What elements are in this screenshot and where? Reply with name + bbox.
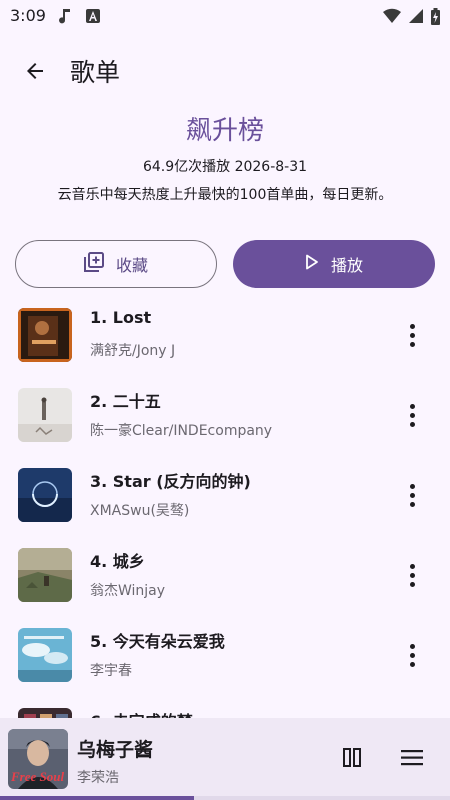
- svg-text:Free Soul: Free Soul: [10, 769, 64, 784]
- now-playing-cover: Free Soul: [8, 729, 68, 789]
- song-title: 4. 城乡: [90, 552, 145, 571]
- wifi-icon: [383, 8, 401, 28]
- status-time: 3:09: [10, 6, 46, 25]
- song-title: 1. Lost: [90, 308, 152, 327]
- add-to-library-icon: [83, 252, 116, 276]
- queue-button[interactable]: [398, 744, 426, 772]
- song-row[interactable]: 1. Lost 满舒克/Jony J: [0, 298, 450, 378]
- album-cover: [18, 308, 72, 362]
- play-all-button[interactable]: 播放: [233, 240, 435, 288]
- more-vert-icon[interactable]: [398, 318, 426, 352]
- song-row[interactable]: 6. 未完成的梦: [0, 698, 450, 718]
- song-title: 2. 二十五: [90, 392, 161, 411]
- song-title: 3. Star (反方向的钟): [90, 472, 251, 491]
- album-cover: [18, 628, 72, 682]
- song-artist: 翁杰Winjay: [90, 583, 166, 599]
- play-label: 播放: [330, 256, 363, 275]
- song-row[interactable]: 3. Star (反方向的钟) XMASwu(吴骜): [0, 458, 450, 538]
- album-cover: [18, 548, 72, 602]
- song-list: 1. Lost 满舒克/Jony J 2. 二十五 陈一豪Clear/INDEc…: [0, 298, 450, 718]
- album-cover: [18, 708, 72, 718]
- collect-button[interactable]: 收藏: [15, 240, 217, 288]
- pause-icon: [338, 748, 366, 776]
- album-cover: [18, 468, 72, 522]
- now-playing-artist: 李荣浩: [77, 770, 119, 786]
- play-icon: [305, 254, 331, 274]
- song-artist: 陈一豪Clear/INDEcompany: [90, 423, 273, 439]
- song-title: 6. 未完成的梦: [90, 708, 193, 718]
- more-vert-icon[interactable]: [398, 558, 426, 592]
- signal-icon: [407, 8, 423, 28]
- music-note-icon: [58, 8, 72, 28]
- collect-label: 收藏: [115, 256, 148, 275]
- more-vert-icon[interactable]: [398, 478, 426, 512]
- song-row[interactable]: 4. 城乡 翁杰Winjay: [0, 538, 450, 618]
- app-a-icon: [86, 8, 100, 28]
- back-button[interactable]: [16, 54, 54, 92]
- pause-button[interactable]: [338, 744, 366, 772]
- now-playing-title: 乌梅子酱: [77, 739, 154, 761]
- more-vert-icon[interactable]: [398, 638, 426, 672]
- more-vert-icon[interactable]: [398, 398, 426, 432]
- mini-player[interactable]: Free Soul 乌梅子酱 李荣浩: [0, 718, 450, 800]
- battery-icon: [431, 8, 440, 29]
- playlist-title: 飙升榜: [185, 116, 264, 146]
- song-title: 5. 今天有朵云爱我: [90, 632, 225, 651]
- queue-icon: [398, 750, 426, 776]
- arrow-left-icon: [23, 59, 47, 87]
- playlist-description: 云音乐中每天热度上升最快的100首单曲，每日更新。: [57, 187, 393, 203]
- album-cover: [18, 388, 72, 442]
- song-row[interactable]: 2. 二十五 陈一豪Clear/INDEcompany: [0, 378, 450, 458]
- playback-progress[interactable]: [0, 796, 450, 800]
- app-bar: 歌单: [0, 40, 450, 104]
- song-artist: 李宇春: [90, 663, 132, 679]
- page-title: 歌单: [70, 58, 121, 87]
- song-row[interactable]: 5. 今天有朵云爱我 李宇春: [0, 618, 450, 698]
- status-bar: 3:09: [0, 0, 450, 32]
- playlist-meta: 64.9亿次播放 2026-8-31: [142, 159, 308, 175]
- song-artist: XMASwu(吴骜): [90, 503, 190, 519]
- song-artist: 满舒克/Jony J: [90, 343, 176, 359]
- playback-progress-fill: [0, 796, 194, 800]
